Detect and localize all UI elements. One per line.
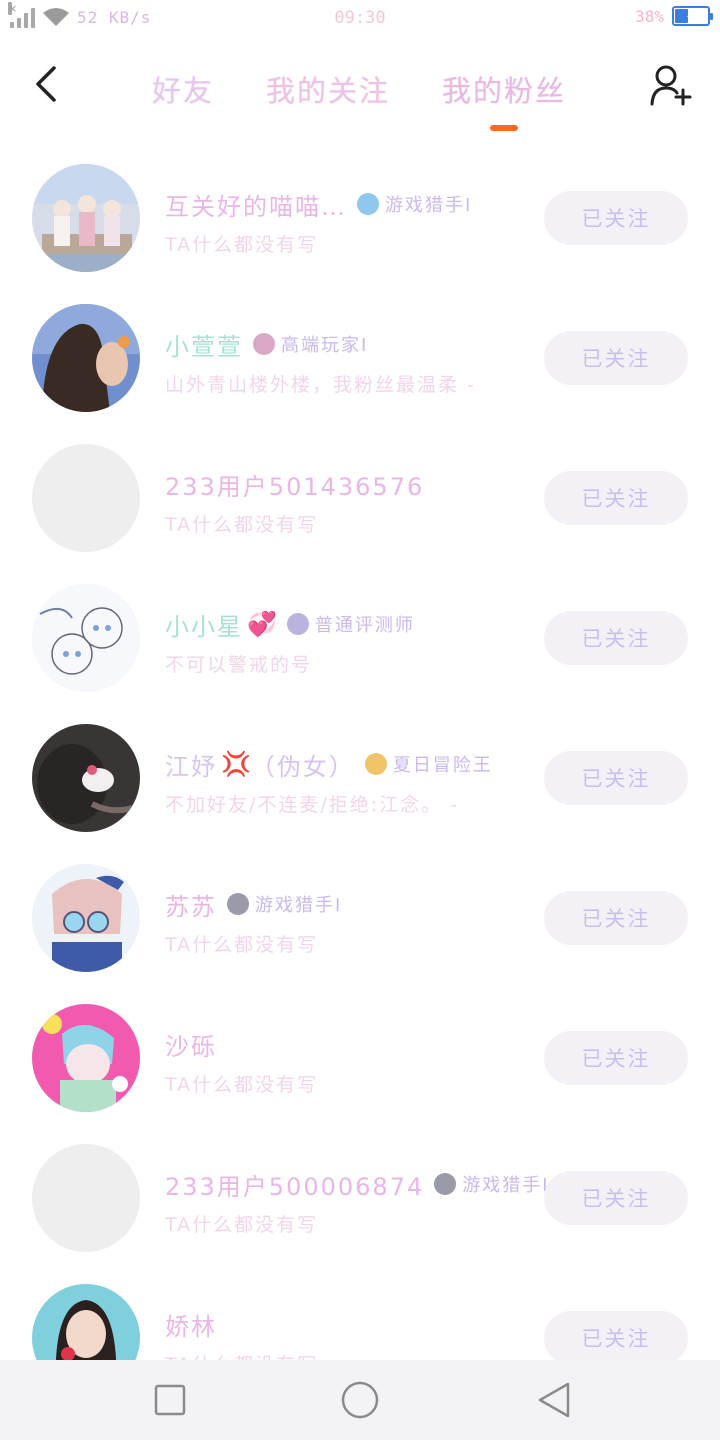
- name-line: 233用户500006874 游戏猎手Ⅰ: [165, 1166, 550, 1202]
- fan-name[interactable]: 小萱萱: [165, 327, 243, 362]
- fan-name-suffix: （伪女）: [250, 752, 355, 781]
- badge-icon: [227, 893, 249, 915]
- badge-label: 游戏猎手Ⅰ: [385, 195, 473, 216]
- tab-friends[interactable]: 好友: [152, 68, 214, 110]
- followed-button[interactable]: 已关注: [544, 611, 688, 665]
- system-nav-bar: [0, 1360, 720, 1440]
- fan-bio: 山外青山楼外楼，我粉丝最温柔 -: [165, 374, 476, 396]
- heart-emoji: 💞: [247, 610, 277, 638]
- active-tab-indicator: [490, 125, 518, 131]
- fan-name[interactable]: 江妤: [165, 747, 217, 782]
- level-badge: 普通评测师: [286, 611, 415, 637]
- level-badge: 游戏猎手Ⅰ: [434, 1171, 549, 1197]
- fan-bio: TA什么都没有写: [165, 1214, 319, 1236]
- fan-row: 江妤 💢 （伪女） 夏日冒险王 不加好友/不连麦/拒绝:江念。 - 已关注: [0, 708, 720, 848]
- fan-bio: TA什么都没有写: [165, 934, 319, 956]
- followed-button[interactable]: 已关注: [544, 1171, 688, 1225]
- avatar[interactable]: [32, 304, 140, 412]
- level-badge: 游戏猎手Ⅰ: [357, 191, 472, 217]
- level-badge: 高端玩家Ⅰ: [253, 331, 368, 357]
- anger-emoji: 💢: [221, 750, 251, 778]
- status-right: 38%: [635, 6, 713, 26]
- fan-name[interactable]: 沙砾: [165, 1027, 217, 1062]
- level-badge: 夏日冒险王: [364, 751, 493, 777]
- fan-bio: TA什么都没有写: [165, 1074, 319, 1096]
- fan-row: 苏苏 游戏猎手Ⅰ TA什么都没有写 已关注: [0, 848, 720, 988]
- top-nav: 好友 我的关注 我的粉丝: [0, 40, 720, 140]
- fans-list[interactable]: 互关好的喵喵… 游戏猎手Ⅰ TA什么都没有写 已关注 小萱萱 高端玩家Ⅰ 山外青…: [0, 148, 720, 1360]
- fan-row: 233用户501436576 TA什么都没有写 已关注: [0, 428, 720, 568]
- fan-row: 233用户500006874 游戏猎手Ⅰ TA什么都没有写 已关注: [0, 1128, 720, 1268]
- followed-button[interactable]: 已关注: [544, 751, 688, 805]
- name-line: 小萱萱 高端玩家Ⅰ: [165, 326, 368, 362]
- badge-label: 游戏猎手Ⅰ: [255, 895, 343, 916]
- fan-bio: 不加好友/不连麦/拒绝:江念。 -: [165, 794, 460, 816]
- followed-button[interactable]: 已关注: [544, 1031, 688, 1085]
- fan-name[interactable]: 233用户501436576: [165, 467, 424, 502]
- badge-label: 普通评测师: [314, 615, 415, 636]
- followed-button[interactable]: 已关注: [544, 191, 688, 245]
- fan-name[interactable]: 233用户500006874: [165, 1167, 424, 1202]
- avatar[interactable]: [32, 724, 140, 832]
- avatar[interactable]: [32, 864, 140, 972]
- name-line: 江妤 💢 （伪女） 夏日冒险王: [165, 746, 493, 782]
- battery-charging-icon: [672, 6, 713, 26]
- avatar[interactable]: [32, 584, 140, 692]
- fan-name[interactable]: 苏苏: [165, 887, 217, 922]
- fan-row: 娇林 TA什么都没有写 已关注: [0, 1268, 720, 1360]
- circle-home-icon[interactable]: [340, 1380, 380, 1420]
- tab-fans[interactable]: 我的粉丝: [442, 68, 566, 110]
- fan-name[interactable]: 互关好的喵喵…: [165, 187, 347, 222]
- tab-following[interactable]: 我的关注: [266, 68, 390, 110]
- battery-percent: 38%: [635, 6, 664, 26]
- followed-button[interactable]: 已关注: [544, 891, 688, 945]
- fan-bio: TA什么都没有写: [165, 514, 319, 536]
- avatar-placeholder[interactable]: [32, 1144, 140, 1252]
- square-recents-icon[interactable]: [150, 1380, 190, 1420]
- triangle-back-icon[interactable]: [534, 1380, 574, 1420]
- tab-bar: 好友 我的关注 我的粉丝: [130, 68, 600, 128]
- avatar[interactable]: [32, 1004, 140, 1112]
- fan-row: 沙砾 TA什么都没有写 已关注: [0, 988, 720, 1128]
- name-line: 娇林: [165, 1306, 217, 1342]
- chevron-left-icon[interactable]: [26, 62, 66, 106]
- badge-icon: [286, 613, 309, 635]
- fan-bio: TA什么都没有写: [165, 1350, 525, 1360]
- level-badge: 游戏猎手Ⅰ: [227, 891, 342, 917]
- clock: 09:30: [334, 8, 386, 28]
- badge-icon: [253, 333, 275, 355]
- fan-row: 小萱萱 高端玩家Ⅰ 山外青山楼外楼，我粉丝最温柔 - 已关注: [0, 288, 720, 428]
- name-line: 小小星 💞 普通评测师: [165, 606, 415, 642]
- badge-label: 高端玩家Ⅰ: [281, 335, 369, 356]
- fan-name[interactable]: 小小星: [165, 607, 243, 642]
- followed-button[interactable]: 已关注: [544, 471, 688, 525]
- fan-bio: TA什么都没有写: [165, 234, 319, 256]
- followed-button[interactable]: 已关注: [544, 331, 688, 385]
- name-line: 233用户501436576: [165, 466, 424, 502]
- name-line: 沙砾: [165, 1026, 217, 1062]
- name-line: 互关好的喵喵… 游戏猎手Ⅰ: [165, 186, 472, 222]
- badge-icon: [434, 1173, 457, 1195]
- followed-button[interactable]: 已关注: [544, 1311, 688, 1360]
- fan-name[interactable]: 娇林: [165, 1307, 217, 1342]
- name-line: 苏苏 游戏猎手Ⅰ: [165, 886, 342, 922]
- fan-bio: 不可以警戒的号: [165, 654, 313, 676]
- badge-icon: [357, 193, 379, 215]
- fan-row: 小小星 💞 普通评测师 不可以警戒的号 已关注: [0, 568, 720, 708]
- fan-row: 互关好的喵喵… 游戏猎手Ⅰ TA什么都没有写 已关注: [0, 148, 720, 288]
- status-bar: × 52 KB/s 09:30 38%: [0, 0, 720, 40]
- avatar[interactable]: [32, 164, 140, 272]
- badge-icon: [364, 753, 387, 775]
- badge-label: 夏日冒险王: [392, 755, 493, 776]
- badge-label: 游戏猎手Ⅰ: [462, 1175, 550, 1196]
- avatar[interactable]: [32, 1284, 140, 1360]
- add-user-icon[interactable]: [648, 62, 694, 108]
- avatar-placeholder[interactable]: [32, 444, 140, 552]
